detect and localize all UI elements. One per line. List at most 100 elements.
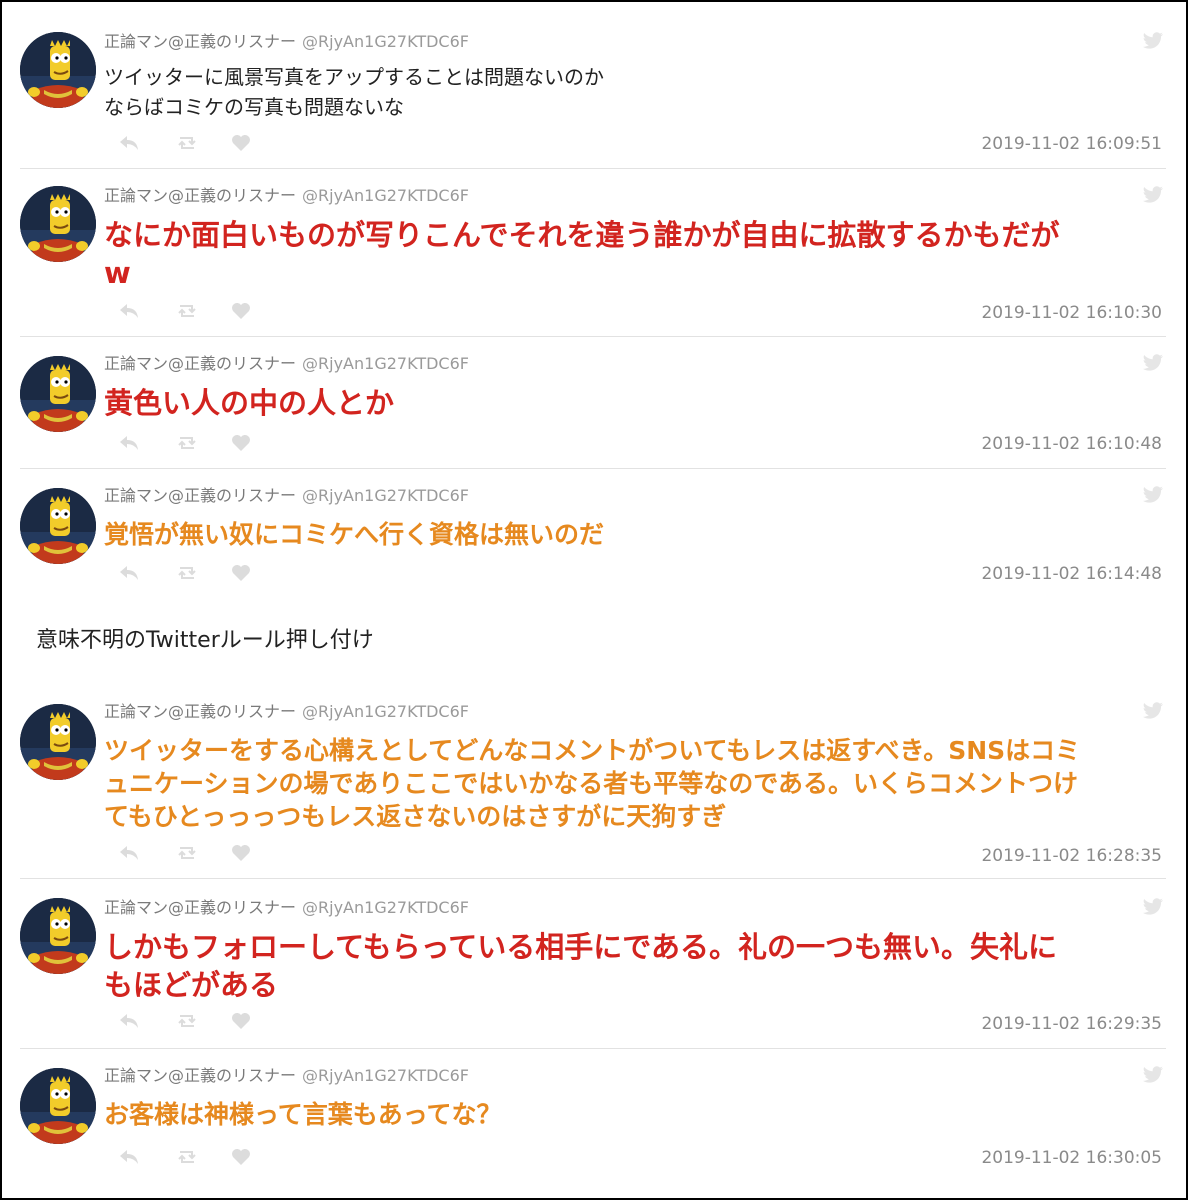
- tweet-text-line: もほどがある: [104, 968, 279, 1002]
- user-name[interactable]: 正論マン@正義のリスナー: [104, 898, 296, 917]
- avatar[interactable]: [20, 488, 96, 564]
- tweet-text-line: ツイッターをする心構えとしてどんなコメントがついてもレスは返すべき。SNSはコミ: [104, 736, 1081, 765]
- tweet-text: ツイッターに風景写真をアップすることは問題ないのか ならばコミケの写真も問題ない…: [104, 62, 1150, 122]
- reply-icon[interactable]: [118, 1010, 140, 1036]
- tweet-divider: [20, 168, 1166, 169]
- reply-icon[interactable]: [118, 432, 140, 458]
- tweet-text: 覚悟が無い奴にコミケへ行く資格は無いのだ: [104, 518, 1150, 551]
- tweet-text-line: 黄色い人の中の人とか: [104, 386, 395, 420]
- tweet-text-line: ならばコミケの写真も問題ないな: [104, 95, 404, 119]
- tweet-timestamp[interactable]: 2019-11-02 16:09:51: [981, 134, 1162, 154]
- tweet: 正論マン@正義のリスナー @RjyAn1G27KTDC6F 覚悟が無い奴にコミケへ…: [2, 486, 1186, 596]
- retweet-icon[interactable]: [176, 1010, 198, 1036]
- twitter-bird-icon[interactable]: [1142, 32, 1164, 50]
- user-handle[interactable]: @RjyAn1G27KTDC6F: [302, 32, 469, 51]
- twitter-bird-icon[interactable]: [1142, 486, 1164, 504]
- user-name[interactable]: 正論マン@正義のリスナー: [104, 702, 296, 721]
- retweet-icon[interactable]: [176, 300, 198, 326]
- user-handle[interactable]: @RjyAn1G27KTDC6F: [302, 186, 469, 205]
- retweet-icon[interactable]: [176, 432, 198, 458]
- tweet-actions: [118, 300, 268, 322]
- tweet-actions: [118, 562, 268, 584]
- tweet-actions: [118, 842, 268, 864]
- tweet-meta: 正論マン@正義のリスナー @RjyAn1G27KTDC6F: [104, 702, 469, 722]
- tweet-text-line: w: [104, 256, 131, 290]
- user-handle[interactable]: @RjyAn1G27KTDC6F: [302, 354, 469, 373]
- tweet: 正論マン@正義のリスナー @RjyAn1G27KTDC6F しかもフォローしてもら…: [2, 896, 1186, 1036]
- twitter-bird-icon[interactable]: [1142, 1066, 1164, 1084]
- like-icon[interactable]: [230, 842, 252, 868]
- tweet-text: お客様は神様って言葉もあってな？: [104, 1098, 1150, 1131]
- tweet: 正論マン@正義のリスナー @RjyAn1G27KTDC6F お客様は神様って言葉も…: [2, 1066, 1186, 1176]
- tweet: 正論マン@正義のリスナー @RjyAn1G27KTDC6F ツイッターをする心構え…: [2, 700, 1186, 870]
- tweet-actions: [118, 1146, 268, 1168]
- tweet-text: ツイッターをする心構えとしてどんなコメントがついてもレスは返すべき。SNSはコミ…: [104, 734, 1150, 833]
- tweet-timestamp[interactable]: 2019-11-02 16:28:35: [981, 846, 1162, 866]
- reply-icon[interactable]: [118, 842, 140, 868]
- avatar[interactable]: [20, 32, 96, 108]
- tweet-actions: [118, 132, 268, 154]
- tweet-text-line: ュニケーションの場でありここではいかなる者も平等なのである。いくらコメントつけ: [104, 769, 1079, 798]
- retweet-icon[interactable]: [176, 1146, 198, 1172]
- avatar[interactable]: [20, 704, 96, 780]
- reply-icon[interactable]: [118, 132, 140, 158]
- user-name[interactable]: 正論マン@正義のリスナー: [104, 32, 296, 51]
- user-name[interactable]: 正論マン@正義のリスナー: [104, 1066, 296, 1085]
- comment-text: 意味不明のTwitterルール押し付け: [36, 628, 374, 653]
- user-name[interactable]: 正論マン@正義のリスナー: [104, 354, 296, 373]
- tweet-text-line: てもひとっっっつもレス返さないのはさすがに天狗すぎ: [104, 802, 727, 831]
- reply-icon[interactable]: [118, 562, 140, 588]
- tweet-divider: [20, 878, 1166, 879]
- tweet-screenshot-panel: 正論マン@正義のリスナー @RjyAn1G27KTDC6F ツイッターに風景写真を…: [2, 2, 1186, 1198]
- like-icon[interactable]: [230, 1146, 252, 1172]
- twitter-bird-icon[interactable]: [1142, 354, 1164, 372]
- retweet-icon[interactable]: [176, 132, 198, 158]
- tweet-divider: [20, 336, 1166, 337]
- avatar[interactable]: [20, 898, 96, 974]
- like-icon[interactable]: [230, 132, 252, 158]
- tweet: 正論マン@正義のリスナー @RjyAn1G27KTDC6F ツイッターに風景写真を…: [2, 28, 1186, 168]
- user-handle[interactable]: @RjyAn1G27KTDC6F: [302, 898, 469, 917]
- tweet-meta: 正論マン@正義のリスナー @RjyAn1G27KTDC6F: [104, 32, 469, 52]
- retweet-icon[interactable]: [176, 562, 198, 588]
- tweet-meta: 正論マン@正義のリスナー @RjyAn1G27KTDC6F: [104, 486, 469, 506]
- user-handle[interactable]: @RjyAn1G27KTDC6F: [302, 1066, 469, 1085]
- tweet-meta: 正論マン@正義のリスナー @RjyAn1G27KTDC6F: [104, 354, 469, 374]
- twitter-bird-icon[interactable]: [1142, 186, 1164, 204]
- tweet-meta: 正論マン@正義のリスナー @RjyAn1G27KTDC6F: [104, 1066, 469, 1086]
- user-handle[interactable]: @RjyAn1G27KTDC6F: [302, 486, 469, 505]
- retweet-icon[interactable]: [176, 842, 198, 868]
- user-name[interactable]: 正論マン@正義のリスナー: [104, 186, 296, 205]
- tweet-text: しかもフォローしてもらっている相手にである。礼の一つも無い。失礼に もほどがある: [104, 928, 1150, 1004]
- twitter-bird-icon[interactable]: [1142, 898, 1164, 916]
- tweet-timestamp[interactable]: 2019-11-02 16:10:30: [981, 303, 1162, 323]
- tweet-timestamp[interactable]: 2019-11-02 16:14:48: [981, 564, 1162, 584]
- like-icon[interactable]: [230, 432, 252, 458]
- tweet: 正論マン@正義のリスナー @RjyAn1G27KTDC6F なにか面白いものが写り…: [2, 184, 1186, 334]
- tweet-actions: [118, 1010, 268, 1032]
- tweet-text-line: なにか面白いものが写りこんでそれを違う誰かが自由に拡散するかもだが: [104, 218, 1060, 252]
- user-name[interactable]: 正論マン@正義のリスナー: [104, 486, 296, 505]
- tweet-divider: [20, 468, 1166, 469]
- tweet-timestamp[interactable]: 2019-11-02 16:29:35: [981, 1014, 1162, 1034]
- like-icon[interactable]: [230, 1010, 252, 1036]
- tweet-text-line: ツイッターに風景写真をアップすることは問題ないのか: [104, 65, 604, 89]
- tweet-text-line: お客様は神様って言葉もあってな？: [104, 1100, 502, 1129]
- reply-icon[interactable]: [118, 1146, 140, 1172]
- like-icon[interactable]: [230, 300, 252, 326]
- avatar[interactable]: [20, 356, 96, 432]
- reply-icon[interactable]: [118, 300, 140, 326]
- tweet-meta: 正論マン@正義のリスナー @RjyAn1G27KTDC6F: [104, 898, 469, 918]
- tweet-text-line: しかもフォローしてもらっている相手にである。礼の一つも無い。失礼に: [104, 930, 1057, 964]
- twitter-bird-icon[interactable]: [1142, 702, 1164, 720]
- user-handle[interactable]: @RjyAn1G27KTDC6F: [302, 702, 469, 721]
- like-icon[interactable]: [230, 562, 252, 588]
- tweet-text-line: 覚悟が無い奴にコミケへ行く資格は無いのだ: [104, 520, 605, 549]
- tweet-meta: 正論マン@正義のリスナー @RjyAn1G27KTDC6F: [104, 186, 469, 206]
- tweet-divider: [20, 1048, 1166, 1049]
- tweet-timestamp[interactable]: 2019-11-02 16:30:05: [981, 1148, 1162, 1168]
- avatar[interactable]: [20, 1068, 96, 1144]
- tweet-timestamp[interactable]: 2019-11-02 16:10:48: [981, 434, 1162, 454]
- avatar[interactable]: [20, 186, 96, 262]
- tweet-text: 黄色い人の中の人とか: [104, 384, 1150, 422]
